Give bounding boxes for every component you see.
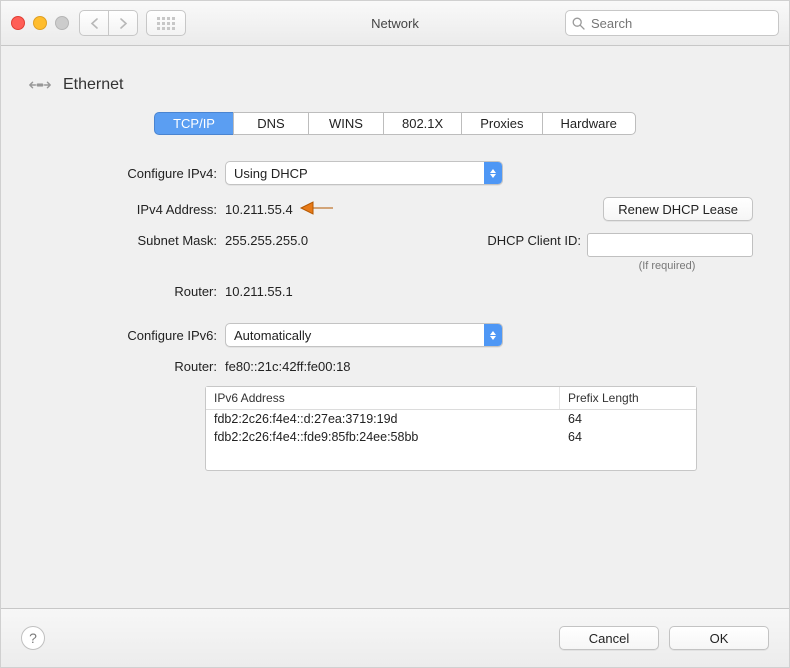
cell-ipv6-address: fdb2:2c26:f4e4::d:27ea:3719:19d <box>214 412 568 426</box>
subnet-mask-value: 255.255.255.0 <box>225 233 345 248</box>
zoom-window-button[interactable] <box>55 16 69 30</box>
dhcp-client-id-note: (If required) <box>587 260 747 272</box>
ipv6-router-label: Router: <box>47 359 225 374</box>
configure-ipv6-value: Automatically <box>234 328 311 343</box>
close-window-button[interactable] <box>11 16 25 30</box>
grid-icon <box>157 17 175 30</box>
configure-ipv6-select[interactable]: Automatically <box>225 323 503 347</box>
help-button[interactable]: ? <box>21 626 45 650</box>
tab-dns[interactable]: DNS <box>233 112 308 135</box>
nav-buttons <box>79 10 138 36</box>
minimize-window-button[interactable] <box>33 16 47 30</box>
chevron-right-icon <box>119 18 128 29</box>
network-window: Network Ethernet TCP/IP DNS WINS 802.1X … <box>0 0 790 668</box>
cell-prefix-length: 64 <box>568 430 688 444</box>
ipv4-router-value: 10.211.55.1 <box>225 284 345 299</box>
ok-button[interactable]: OK <box>669 626 769 650</box>
cancel-button[interactable]: Cancel <box>559 626 659 650</box>
search-field-wrap[interactable] <box>565 10 779 36</box>
table-row[interactable]: fdb2:2c26:f4e4::d:27ea:3719:19d 64 <box>206 410 696 428</box>
tab-tcpip[interactable]: TCP/IP <box>154 112 233 135</box>
chevron-updown-icon <box>484 324 502 346</box>
col-ipv6-address[interactable]: IPv6 Address <box>206 387 560 409</box>
configure-ipv4-label: Configure IPv4: <box>47 166 225 181</box>
footer: ? Cancel OK <box>1 608 789 667</box>
renew-dhcp-lease-button[interactable]: Renew DHCP Lease <box>603 197 753 221</box>
search-input[interactable] <box>589 15 772 32</box>
back-button[interactable] <box>79 10 109 36</box>
tabs: TCP/IP DNS WINS 802.1X Proxies Hardware <box>27 112 763 135</box>
ipv6-router-value: fe80::21c:42ff:fe00:18 <box>225 359 351 374</box>
table-row[interactable]: fdb2:2c26:f4e4::fde9:85fb:24ee:58bb 64 <box>206 428 696 446</box>
tab-wins[interactable]: WINS <box>308 112 383 135</box>
pane-header: Ethernet <box>27 72 763 98</box>
traffic-lights <box>11 16 69 30</box>
pane-body: Ethernet TCP/IP DNS WINS 802.1X Proxies … <box>1 46 789 610</box>
cell-ipv6-address: fdb2:2c26:f4e4::fde9:85fb:24ee:58bb <box>214 430 568 444</box>
configure-ipv6-label: Configure IPv6: <box>47 328 225 343</box>
ipv6-address-table: IPv6 Address Prefix Length fdb2:2c26:f4e… <box>205 386 697 471</box>
configure-ipv4-value: Using DHCP <box>234 166 308 181</box>
tab-hardware[interactable]: Hardware <box>542 112 636 135</box>
tab-proxies[interactable]: Proxies <box>461 112 541 135</box>
ipv4-address-value: 10.211.55.4 <box>225 202 293 217</box>
page-title: Ethernet <box>63 76 123 94</box>
dhcp-client-id-input[interactable] <box>587 233 753 257</box>
ethernet-icon <box>27 72 53 98</box>
dhcp-client-id-label: DHCP Client ID: <box>487 233 587 248</box>
subnet-mask-label: Subnet Mask: <box>47 233 225 248</box>
forward-button[interactable] <box>109 10 138 36</box>
chevron-left-icon <box>90 18 99 29</box>
col-prefix-length[interactable]: Prefix Length <box>560 387 696 409</box>
titlebar: Network <box>1 1 789 46</box>
tab-8021x[interactable]: 802.1X <box>383 112 461 135</box>
chevron-updown-icon <box>484 162 502 184</box>
table-header: IPv6 Address Prefix Length <box>206 387 696 410</box>
ipv4-router-label: Router: <box>47 284 225 299</box>
search-icon <box>572 17 585 30</box>
ipv4-address-label: IPv4 Address: <box>47 202 225 217</box>
show-all-button[interactable] <box>146 10 186 36</box>
configure-ipv4-select[interactable]: Using DHCP <box>225 161 503 185</box>
cell-prefix-length: 64 <box>568 412 688 426</box>
form: Configure IPv4: Using DHCP IPv4 Address:… <box>47 161 763 374</box>
pointer-arrow-icon <box>299 199 333 220</box>
